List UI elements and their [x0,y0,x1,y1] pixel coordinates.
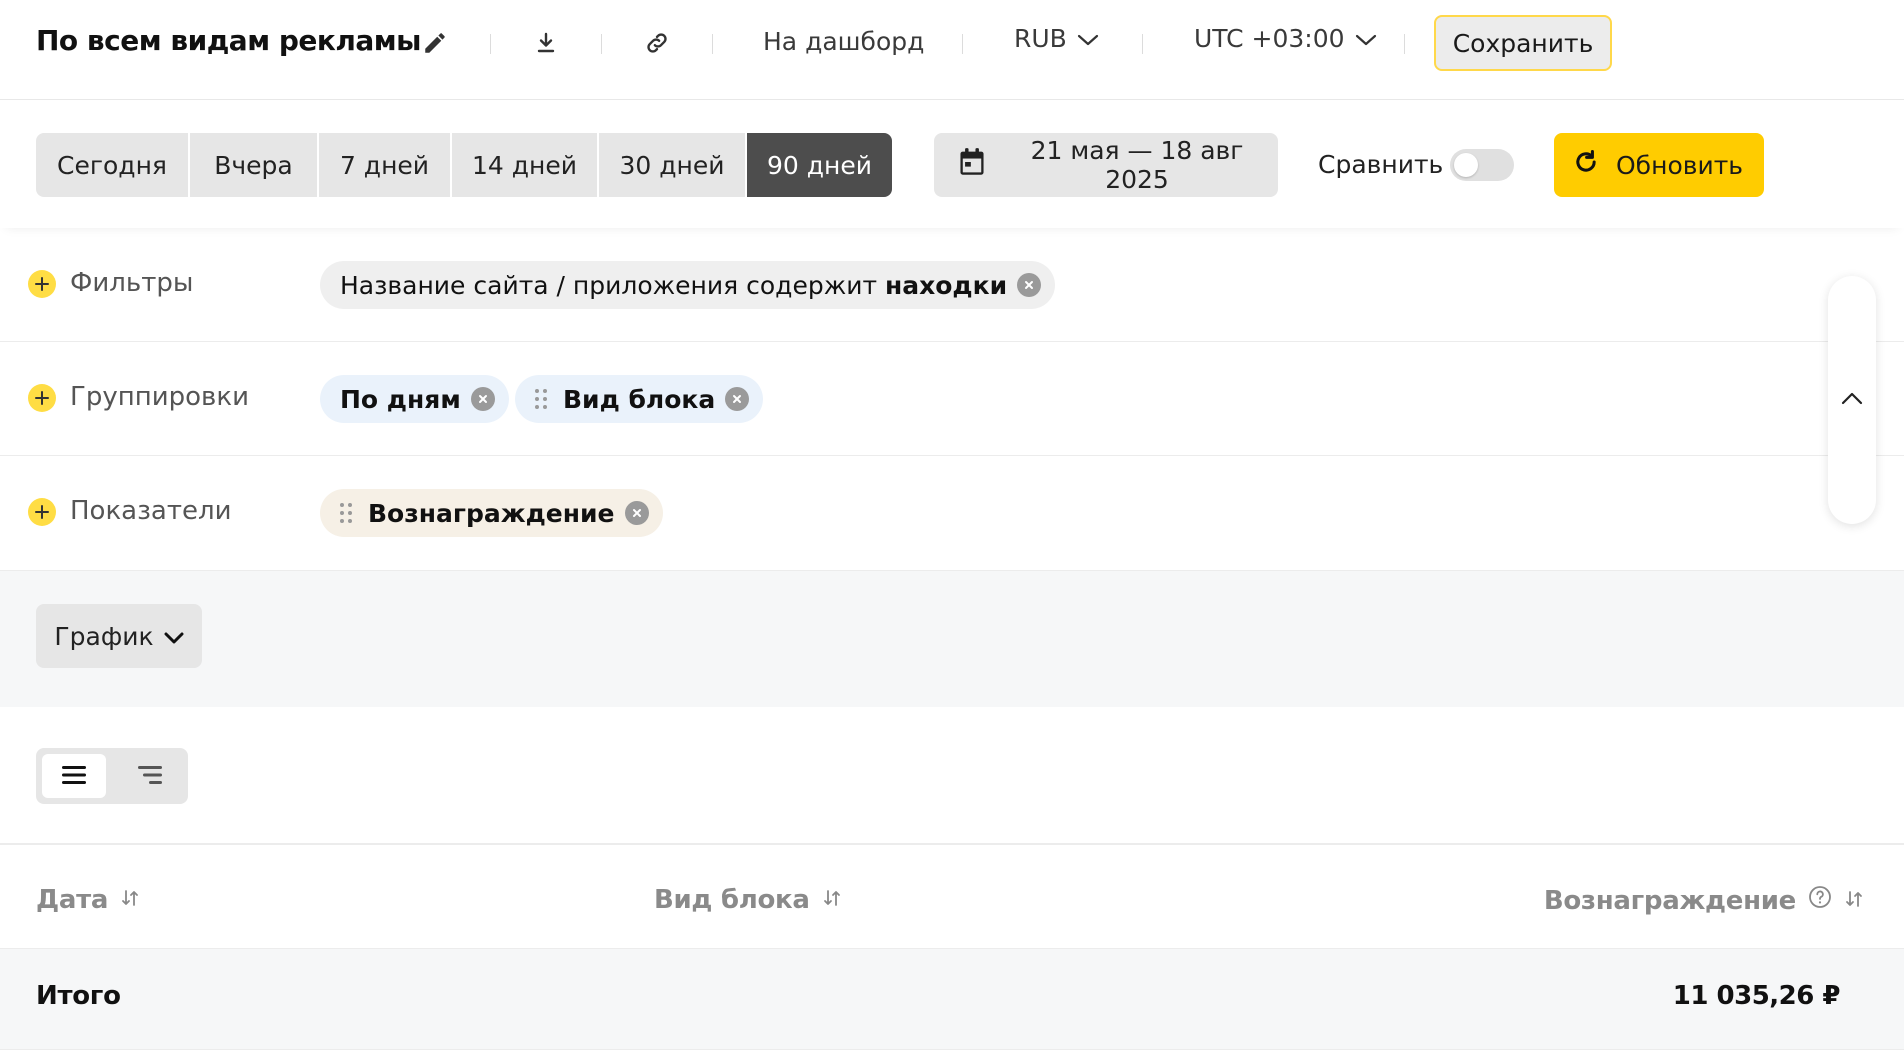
refresh-button[interactable]: Обновить [1554,133,1764,197]
plus-icon[interactable] [28,270,56,298]
drag-handle-icon[interactable] [340,503,352,523]
filters-row: Фильтры Название сайта / приложения соде… [0,228,1904,342]
total-label: Итого [36,981,121,1011]
metric-chip-reward[interactable]: Вознаграждение [320,489,663,537]
plus-icon[interactable] [28,498,56,526]
list-icon [61,764,87,789]
date-range-text: 21 мая — 18 авг 2025 [1030,136,1244,194]
chart-section [0,571,1904,707]
close-icon[interactable] [470,387,495,411]
groupings-label: Группировки [70,382,249,412]
pencil-icon[interactable] [420,28,450,58]
compare-toggle[interactable] [1450,149,1514,181]
header-divider [1142,34,1143,54]
close-icon[interactable] [725,387,750,411]
currency-value: RUB [1014,24,1067,53]
column-header-block-type[interactable]: Вид блока [654,885,842,915]
filter-chip-text: Название сайта / приложения содержит нах… [340,270,1008,300]
sort-icon[interactable] [120,885,140,915]
header-divider [601,34,602,54]
column-header-reward[interactable]: Вознаграждение [1544,885,1864,916]
chevron-down-icon [1077,24,1099,53]
compare-label: Сравнить [1318,150,1444,179]
chevron-down-icon [1355,24,1377,53]
column-header-date[interactable]: Дата [36,885,140,915]
sort-icon[interactable] [1844,886,1864,916]
header-divider [1404,34,1405,54]
drag-handle-icon[interactable] [535,389,547,409]
chevron-up-icon [1840,390,1864,410]
grouping-chip-text: По дням [340,384,461,414]
refresh-icon [1572,148,1600,182]
tree-list-icon [137,764,163,789]
chart-label: График [54,621,154,651]
filter-chip[interactable]: Название сайта / приложения содержит нах… [320,261,1056,309]
metrics-row: Показатели Вознаграждение [0,456,1904,571]
toggle-knob [1454,153,1478,177]
table-header: Дата Вид блока Вознаграждение [0,843,1904,949]
flat-view-button[interactable] [42,754,106,798]
plus-icon[interactable] [28,384,56,412]
refresh-label: Обновить [1616,150,1744,180]
tree-view-button[interactable] [118,754,182,798]
close-icon[interactable] [624,501,649,525]
currency-select[interactable]: RUB [1014,24,1099,53]
header-divider [712,34,713,54]
help-icon[interactable] [1808,885,1832,916]
groupings-row: Группировки По дням Вид блока [0,342,1904,456]
grouping-chip-text: Вид блока [563,384,716,414]
preset-14-days[interactable]: 14 дней [452,133,599,197]
preset-30-days[interactable]: 30 дней [599,133,747,197]
download-icon[interactable] [531,28,561,58]
table-total-row: Итого 11 035,26 ₽ [0,949,1904,1050]
link-icon[interactable] [642,28,672,58]
period-presets: Сегодня Вчера 7 дней 14 дней 30 дней 90 … [36,133,892,197]
grouping-chip-by-days[interactable]: По дням [320,375,509,423]
save-button[interactable]: Сохранить [1434,15,1612,71]
metrics-label: Показатели [70,496,232,526]
calendar-icon [958,147,986,183]
preset-90-days[interactable]: 90 дней [747,133,892,197]
report-title: По всем видам рекламы [36,24,422,57]
filters-label: Фильтры [70,268,194,298]
metric-chip-text: Вознаграждение [368,498,615,528]
preset-today[interactable]: Сегодня [36,133,190,197]
chart-toggle-button[interactable]: График [36,604,202,668]
report-header: По всем видам рекламы На дашборд RUB UTC… [0,0,1904,100]
grouping-chip-block-type[interactable]: Вид блока [515,375,764,423]
table-view-switch [36,748,188,804]
preset-7-days[interactable]: 7 дней [319,133,452,197]
header-divider [490,34,491,54]
date-range-picker[interactable]: 21 мая — 18 авг 2025 [934,133,1278,197]
timezone-value: UTC +03:00 [1194,24,1345,53]
timezone-select[interactable]: UTC +03:00 [1194,24,1377,53]
chevron-down-icon [164,622,184,651]
close-icon[interactable] [1017,273,1042,297]
header-divider [962,34,963,54]
total-value: 11 035,26 ₽ [1672,981,1841,1011]
sort-icon[interactable] [822,885,842,915]
preset-yesterday[interactable]: Вчера [190,133,319,197]
dashboard-link[interactable]: На дашборд [763,27,924,56]
collapse-panel-button[interactable] [1828,276,1876,524]
